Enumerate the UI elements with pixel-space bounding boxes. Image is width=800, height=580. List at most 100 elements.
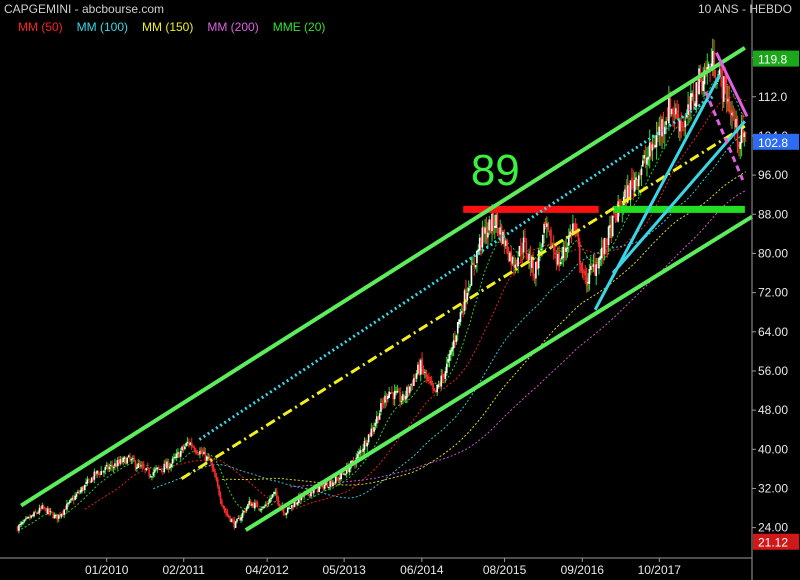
candle-body <box>698 68 700 95</box>
candle-body <box>558 251 561 267</box>
candle-body <box>127 455 130 458</box>
candle-body <box>289 508 292 510</box>
candle-body <box>330 480 333 486</box>
candle-body <box>632 181 635 189</box>
candle-body <box>391 391 393 393</box>
candle-body <box>514 264 517 268</box>
candle-body <box>204 452 207 461</box>
candle-body <box>536 261 539 270</box>
candle-body <box>337 478 340 481</box>
candle-body <box>277 496 279 504</box>
candle-body <box>68 500 71 504</box>
candle-body <box>694 103 696 106</box>
candle-body <box>197 454 200 456</box>
candle-body <box>633 179 636 192</box>
candle-body <box>243 510 245 513</box>
candle-body <box>134 461 137 469</box>
candle-body <box>485 226 488 240</box>
candle-body <box>152 472 155 476</box>
candle-body <box>411 382 414 386</box>
y-tick-label: 64.00 <box>758 325 788 339</box>
candle-body <box>655 135 658 148</box>
candle-body <box>90 477 93 483</box>
candle-body <box>212 467 215 471</box>
candle-body <box>606 246 608 248</box>
candle-body <box>670 108 673 115</box>
candle-body <box>282 508 285 514</box>
candle-body <box>651 144 654 151</box>
trend-line <box>244 215 754 532</box>
candle-body <box>399 392 401 402</box>
candle-body <box>341 473 344 475</box>
candle-body <box>19 523 22 526</box>
candle-body <box>229 516 231 522</box>
candle-body <box>472 263 474 265</box>
candle-body <box>445 363 448 373</box>
candle-body <box>23 519 26 522</box>
candle-body <box>293 501 296 508</box>
candle-body <box>400 401 403 403</box>
candle-body <box>495 214 497 228</box>
candle-body <box>721 76 724 99</box>
candle-body <box>466 293 469 301</box>
x-tick-label: 01/2010 <box>85 563 129 577</box>
candle-body <box>201 452 204 454</box>
candle-body <box>507 252 510 261</box>
candle-body <box>562 246 565 258</box>
candle-body <box>731 112 733 116</box>
candle-body <box>200 450 203 454</box>
candle-body <box>188 441 190 444</box>
candle-body <box>266 503 268 505</box>
candle-body <box>186 442 189 444</box>
candle-body <box>602 247 604 256</box>
candle-body <box>419 360 422 375</box>
candle-body <box>236 519 238 522</box>
candle-body <box>230 519 233 522</box>
candle-body <box>288 507 290 509</box>
candle-body <box>215 477 218 481</box>
candle-body <box>185 443 188 446</box>
candle-body <box>48 508 50 513</box>
candle-body <box>722 76 725 102</box>
candle-body <box>156 467 159 470</box>
candle-body <box>739 142 742 149</box>
candle-body <box>386 396 389 400</box>
candle-body <box>613 213 615 215</box>
candle-body <box>385 395 388 400</box>
candle-body <box>203 451 205 455</box>
candle-body <box>702 81 704 91</box>
candle-body <box>182 447 185 449</box>
candle-body <box>256 502 259 508</box>
candle-body <box>226 512 229 515</box>
candle-body <box>72 498 75 501</box>
candle-body <box>245 507 248 511</box>
candle-body <box>159 468 161 470</box>
candle-body <box>440 375 443 387</box>
candle-body <box>482 226 485 233</box>
candle-body <box>573 224 576 227</box>
candle-body <box>594 264 596 274</box>
x-tick-label: 02/2011 <box>162 563 205 577</box>
candle-body <box>434 390 437 393</box>
trend-line <box>198 95 714 441</box>
candle-body <box>99 473 101 475</box>
x-tick-label: 06/2014 <box>400 563 444 577</box>
candle-body <box>334 476 337 484</box>
candle-body <box>455 335 458 342</box>
candle-body <box>406 387 408 398</box>
candle-body <box>526 256 529 259</box>
candle-body <box>436 384 438 392</box>
candle-body <box>153 469 156 473</box>
candle-body <box>155 468 157 470</box>
candle-body <box>211 463 214 468</box>
candle-body <box>548 230 551 232</box>
candle-body <box>249 500 252 507</box>
candle-body <box>173 457 175 459</box>
candle-body <box>126 457 129 464</box>
candle-body <box>365 440 367 446</box>
candle-body <box>377 416 380 421</box>
candle-body <box>517 257 519 267</box>
candle-body <box>86 479 89 484</box>
candle-body <box>110 465 112 467</box>
candle-body <box>668 98 670 124</box>
